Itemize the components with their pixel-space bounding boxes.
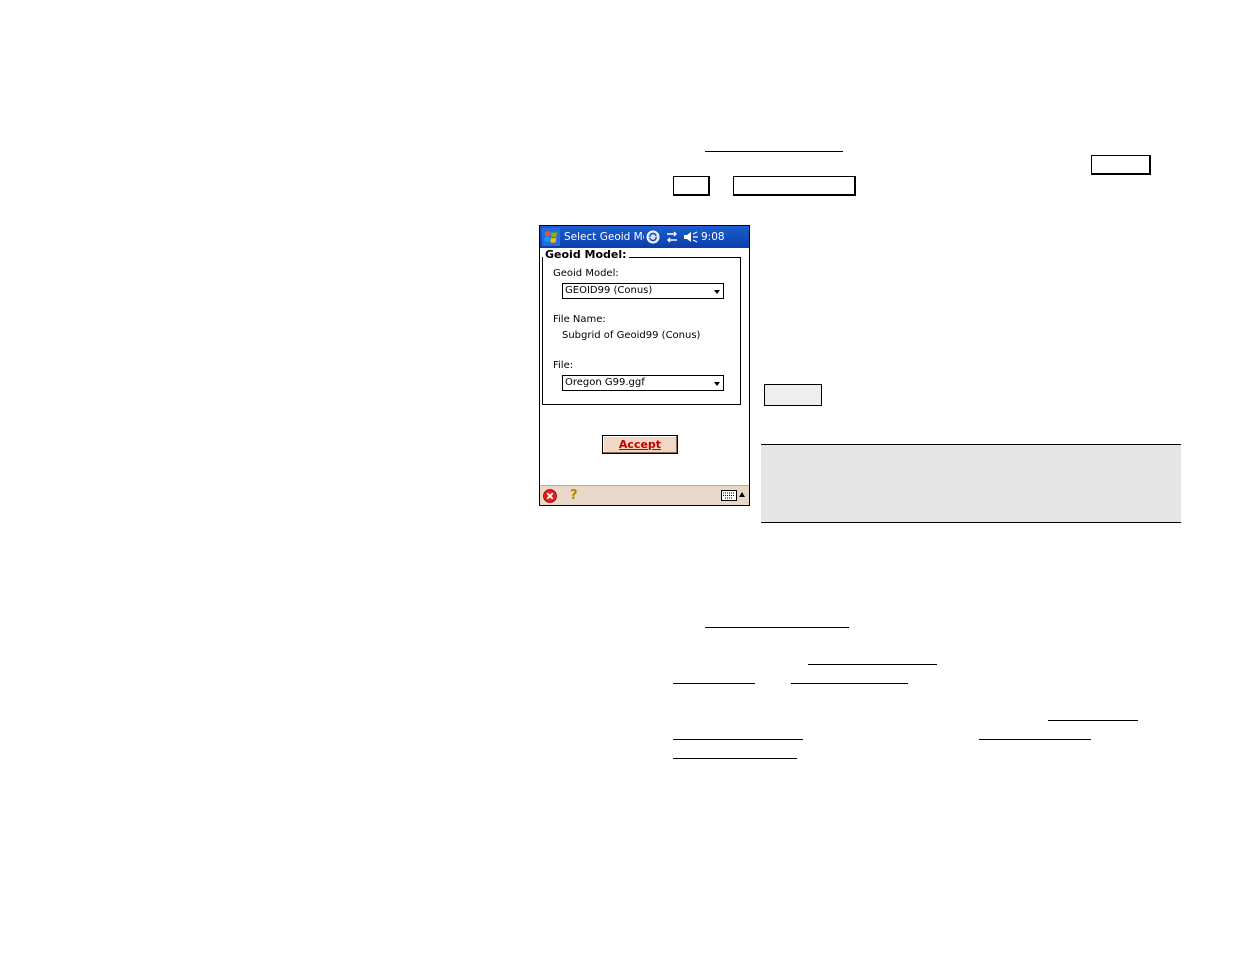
key-box-2 <box>673 176 710 196</box>
sync-icon[interactable] <box>646 230 660 244</box>
group-title: Geoid Model: <box>543 248 629 262</box>
geoid-model-dropdown[interactable]: GEOID99 (Conus) <box>562 283 724 299</box>
note-band <box>761 444 1181 523</box>
file-dropdown[interactable]: Oregon G99.ggf <box>562 375 724 391</box>
help-icon[interactable]: ? <box>570 487 578 504</box>
underline-9 <box>673 758 797 759</box>
underline-4 <box>673 683 755 684</box>
underline-6 <box>1048 720 1138 721</box>
connectivity-arrows-icon[interactable] <box>665 230 679 244</box>
input-panel-arrow-icon[interactable] <box>739 492 745 497</box>
file-name-label: File Name: <box>553 314 606 325</box>
title-bar: Select Geoid Mo 9:08 <box>540 226 749 248</box>
close-icon[interactable] <box>543 489 557 503</box>
underline-2 <box>705 627 849 628</box>
keyboard-icon[interactable] <box>721 490 737 501</box>
underline-7 <box>673 739 803 740</box>
underline-8 <box>979 739 1091 740</box>
file-value: Oregon G99.ggf <box>565 377 645 388</box>
key-box-3 <box>733 176 856 196</box>
speaker-icon[interactable] <box>683 230 699 244</box>
underline-3 <box>808 664 937 665</box>
pda-window: Select Geoid Mo 9:08 Geoid Model: Geoid … <box>539 225 750 506</box>
geoid-model-label: Geoid Model: <box>553 268 619 279</box>
window-title: Select Geoid Mo <box>564 231 644 243</box>
gray-key-box <box>764 384 822 406</box>
geoid-model-value: GEOID99 (Conus) <box>565 285 653 296</box>
file-label: File: <box>553 360 574 371</box>
chevron-down-icon[interactable] <box>714 382 720 386</box>
menu-bar: ? <box>540 485 749 505</box>
key-box-1 <box>1091 155 1151 175</box>
chevron-down-icon[interactable] <box>714 290 720 294</box>
file-name-value: Subgrid of Geoid99 (Conus) <box>562 330 701 341</box>
windows-flag-icon[interactable] <box>542 228 560 246</box>
accept-button[interactable]: Accept <box>602 435 678 454</box>
clock[interactable]: 9:08 <box>701 226 725 248</box>
underline-1 <box>705 151 843 152</box>
underline-5 <box>791 683 908 684</box>
